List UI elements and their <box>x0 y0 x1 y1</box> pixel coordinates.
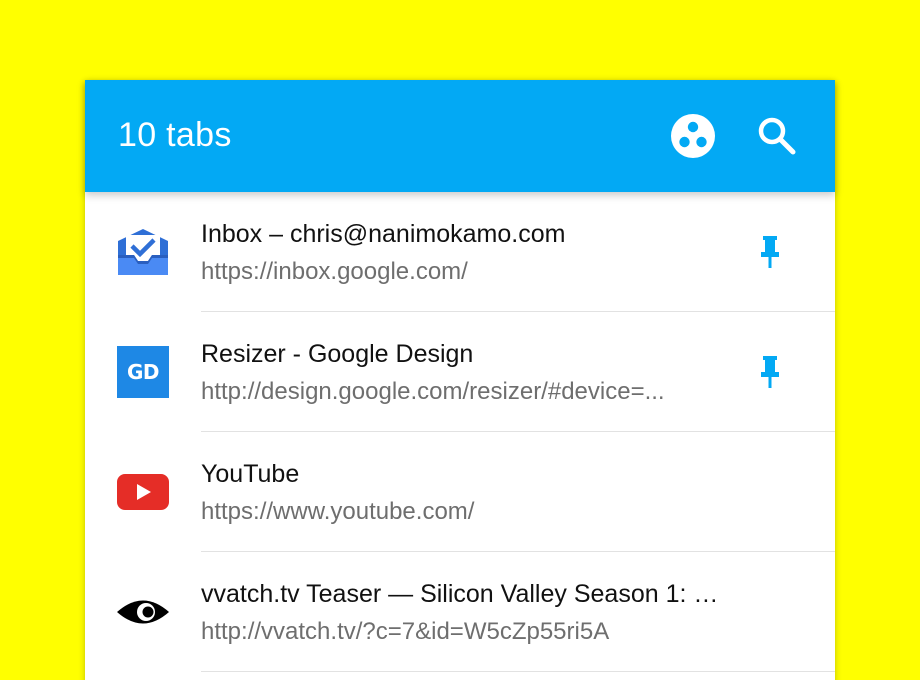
tab-title: Resizer - Google Design <box>201 340 474 368</box>
divider <box>201 671 835 672</box>
tab-list: Inbox – chris@nanimokamo.com https://inb… <box>85 192 835 672</box>
pin-icon <box>761 236 779 268</box>
tab-title: vvatch.tv Teaser — Silicon Valley Season… <box>201 580 731 608</box>
eye-icon <box>116 585 170 639</box>
tab-count-title: 10 tabs <box>118 116 232 154</box>
tab-title: YouTube <box>201 460 300 488</box>
tab-url: https://inbox.google.com/ <box>201 258 468 285</box>
background: 10 tabs Inbox – chris@nanimokamo.com htt… <box>0 0 920 680</box>
tab-item-youtube[interactable]: YouTube https://www.youtube.com/ <box>85 432 835 552</box>
pin-button[interactable] <box>753 232 787 272</box>
tab-switcher-card: 10 tabs Inbox – chris@nanimokamo.com htt… <box>85 80 835 680</box>
inbox-icon <box>116 225 170 279</box>
youtube-icon <box>116 465 170 519</box>
tab-title: Inbox – chris@nanimokamo.com <box>201 220 566 248</box>
google-design-icon: GD <box>116 345 170 399</box>
tab-group-icon <box>671 114 715 158</box>
tab-item-vvatch[interactable]: vvatch.tv Teaser — Silicon Valley Season… <box>85 552 835 672</box>
tab-item-inbox[interactable]: Inbox – chris@nanimokamo.com https://inb… <box>85 192 835 312</box>
tab-group-button[interactable] <box>667 110 719 162</box>
tab-url: https://www.youtube.com/ <box>201 498 475 525</box>
tab-url: http://vvatch.tv/?c=7&id=W5cZp55ri5A <box>201 618 610 645</box>
google-design-logo: GD <box>117 346 169 398</box>
pin-icon <box>761 356 779 388</box>
app-bar: 10 tabs <box>85 80 835 192</box>
tab-item-resizer[interactable]: GD Resizer - Google Design http://design… <box>85 312 835 432</box>
search-button[interactable] <box>751 110 803 162</box>
tab-url: http://design.google.com/resizer/#device… <box>201 378 665 405</box>
pin-button[interactable] <box>753 352 787 392</box>
search-icon <box>758 117 796 155</box>
